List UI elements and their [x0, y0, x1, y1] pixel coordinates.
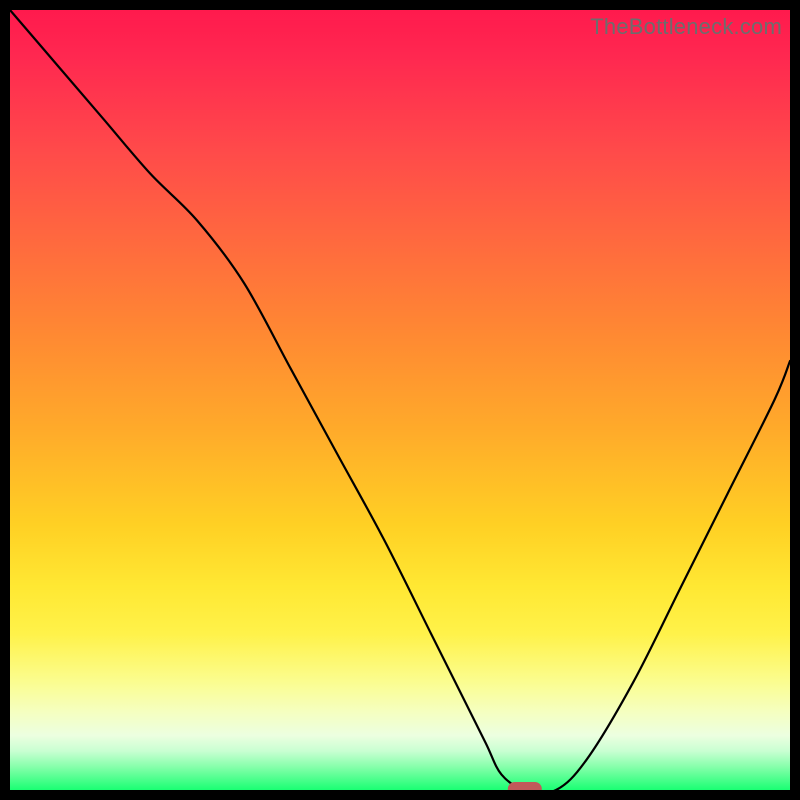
curve-layer	[10, 10, 790, 790]
chart-frame: TheBottleneck.com	[0, 0, 800, 800]
plot-area: TheBottleneck.com	[10, 10, 790, 790]
bottleneck-curve-path	[10, 10, 790, 790]
optimal-marker	[508, 782, 542, 790]
